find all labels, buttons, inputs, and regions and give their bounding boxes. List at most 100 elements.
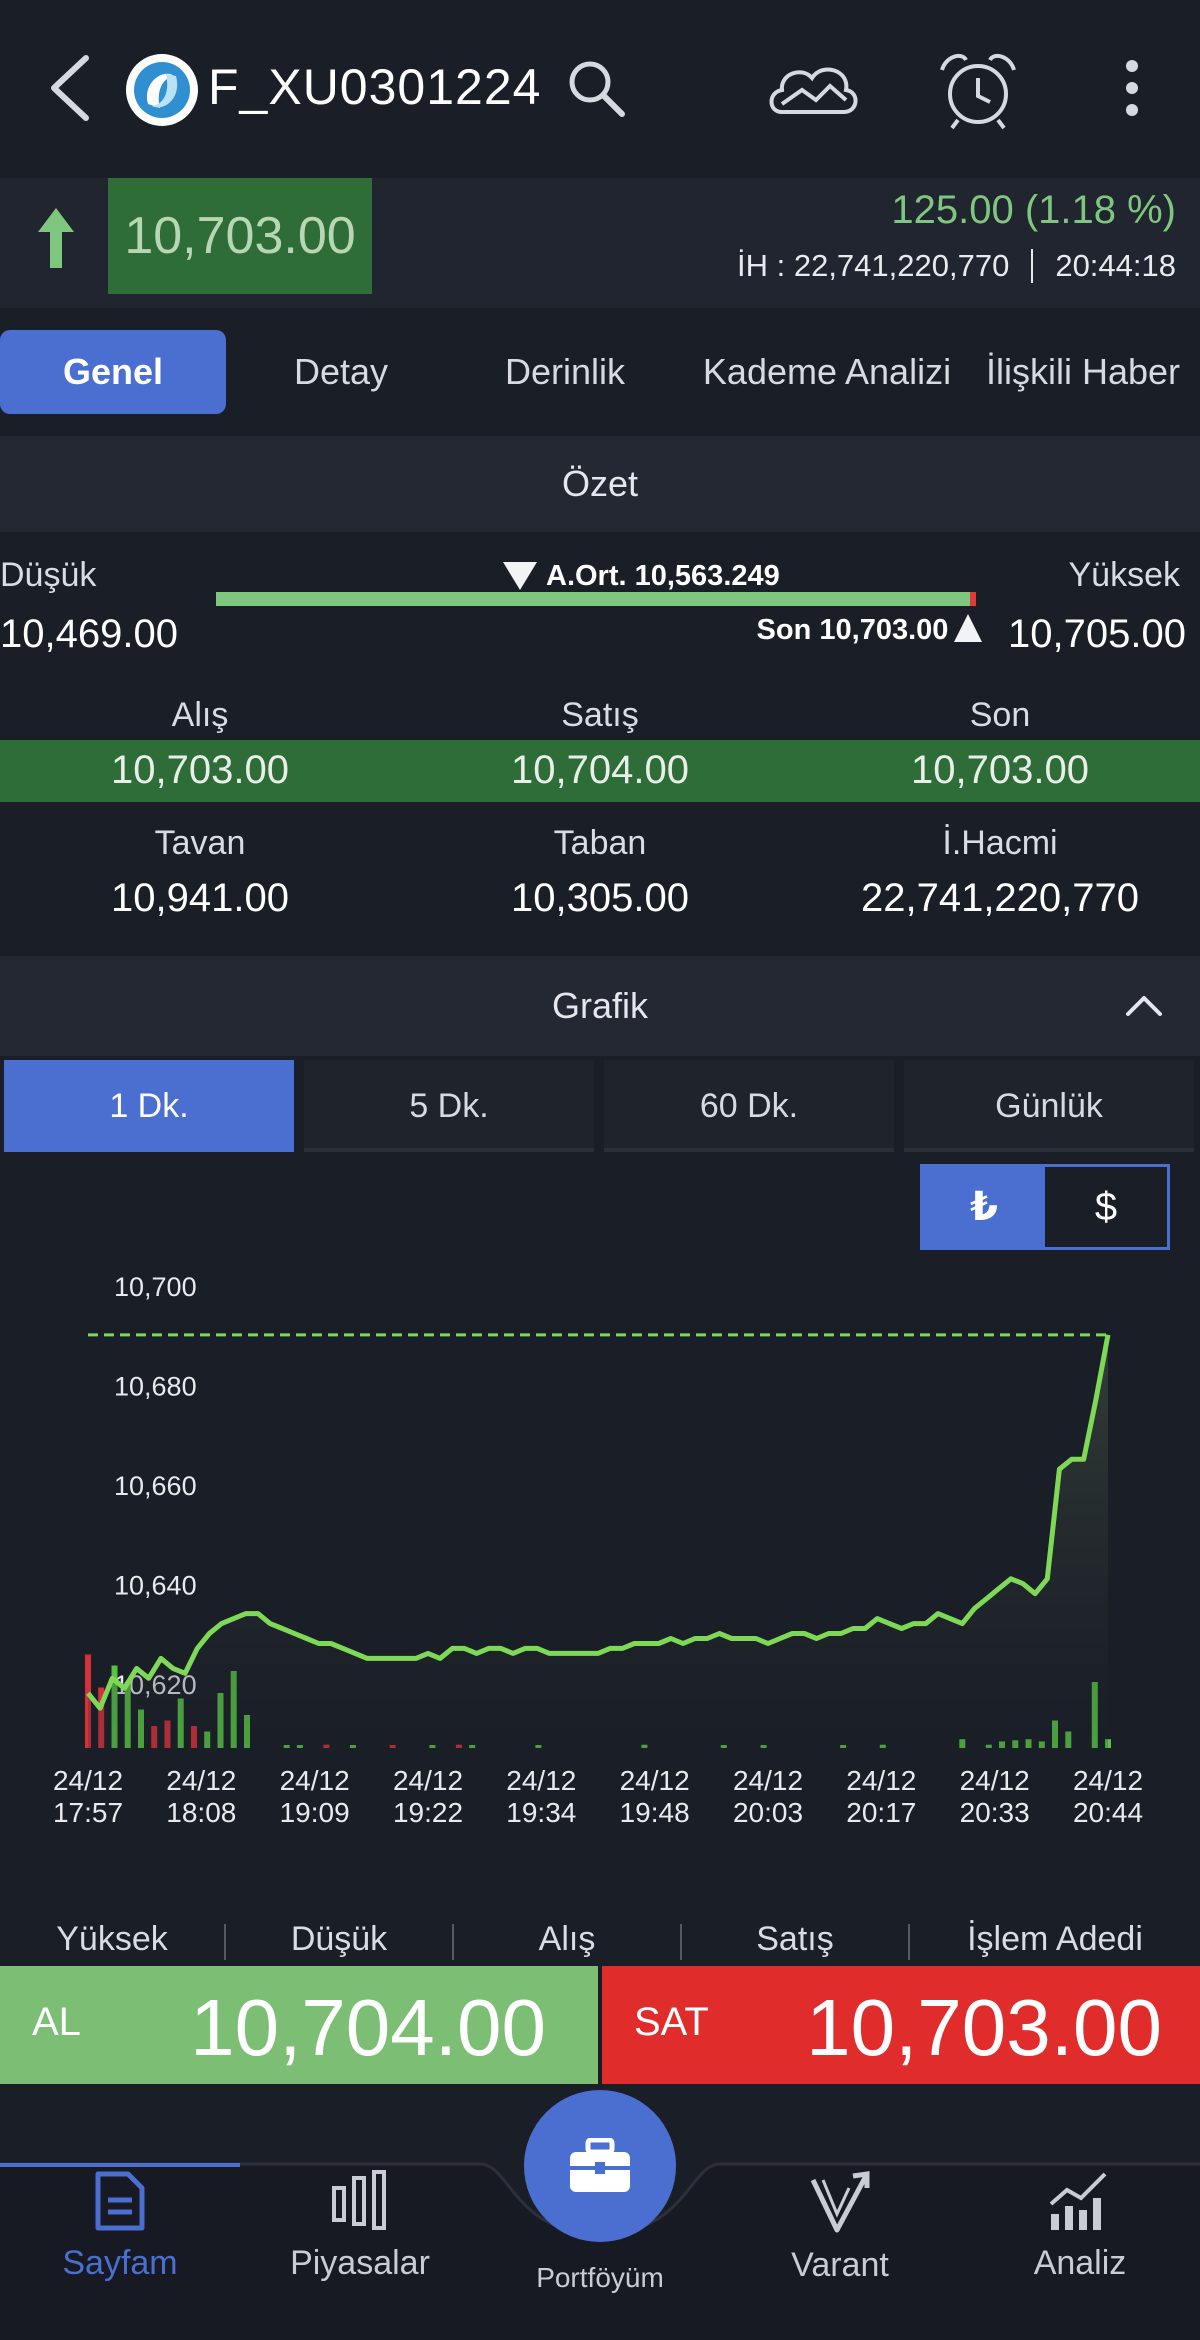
x-tick-label: 24/12 17:57 bbox=[52, 1765, 124, 1828]
x-tick-label: 24/12 18:08 bbox=[166, 1765, 237, 1828]
chevron-up-icon[interactable] bbox=[1124, 992, 1164, 1018]
nav-portfoyum[interactable]: Portföyüm bbox=[480, 2262, 720, 2294]
volume-time-line: İH : 22,741,220,770 20:44:18 bbox=[737, 248, 1176, 284]
timeframe-daily[interactable]: Günlük bbox=[904, 1060, 1194, 1152]
ask-value: 10,704.00 bbox=[511, 748, 689, 792]
back-chevron-icon[interactable] bbox=[44, 52, 96, 124]
tab-genel[interactable]: Genel bbox=[0, 330, 226, 414]
son-label: Son bbox=[969, 696, 1031, 734]
volume-label: İ.Hacmi bbox=[942, 824, 1058, 862]
stats-bid: Alış bbox=[538, 1920, 596, 1958]
currency-toggle: ₺ $ bbox=[920, 1164, 1170, 1250]
tab-kademe-analizi[interactable]: Kademe Analizi bbox=[682, 330, 972, 414]
tab-iliskili-haber[interactable]: İlişkili Haber bbox=[986, 330, 1200, 414]
x-tick-label: 24/12 19:48 bbox=[619, 1765, 690, 1828]
ceiling-label: Tavan bbox=[154, 824, 246, 862]
y-tick-label: 10,640 bbox=[114, 1571, 197, 1601]
currency-usd-button[interactable]: $ bbox=[1045, 1167, 1167, 1247]
document-icon bbox=[95, 2171, 145, 2231]
timeframe-60m[interactable]: 60 Dk. bbox=[604, 1060, 894, 1152]
nav-sayfam-label: Sayfam bbox=[62, 2244, 178, 2282]
logo-icon bbox=[126, 54, 198, 126]
ask-label: Satış bbox=[561, 696, 639, 734]
nav-analiz-label: Analiz bbox=[1033, 2244, 1127, 2282]
up-triangle-icon bbox=[954, 614, 983, 642]
warrant-icon bbox=[810, 2171, 870, 2233]
stats-header: Yüksek Düşük Alış Satış İşlem Adedi bbox=[0, 1914, 1200, 1970]
low-value: 10,469.00 bbox=[0, 612, 178, 656]
cloud-chart-icon[interactable] bbox=[766, 52, 860, 124]
more-vertical-icon[interactable] bbox=[1120, 58, 1144, 122]
nav-portfoyum-label: Portföyüm bbox=[536, 2262, 664, 2293]
x-tick-label: 24/12 20:03 bbox=[732, 1765, 804, 1828]
price-range-bar: A.Ort. 10,563.249 Son 10,703.00 bbox=[216, 560, 983, 646]
nav-piyasalar[interactable]: Piyasalar bbox=[240, 2170, 480, 2283]
x-tick-label: 24/12 19:22 bbox=[392, 1765, 464, 1828]
price-area bbox=[88, 1334, 1108, 1748]
volume-info: İH : 22,741,220,770 bbox=[737, 248, 1010, 283]
buy-button[interactable]: AL 10,704.00 bbox=[0, 1966, 598, 2084]
range-high-marker bbox=[970, 592, 976, 606]
x-tick-label: 24/12 20:33 bbox=[959, 1765, 1030, 1828]
high-label: Yüksek bbox=[1068, 556, 1181, 594]
range-fill bbox=[216, 592, 976, 606]
price-bar: 10,703.00 125.00 (1.18 %) İH : 22,741,22… bbox=[0, 178, 1200, 308]
analysis-chart-icon bbox=[1049, 2172, 1107, 2230]
nav-varant[interactable]: Varant bbox=[720, 2170, 960, 2285]
update-time: 20:44:18 bbox=[1055, 248, 1176, 283]
summary-header: Özet bbox=[0, 436, 1200, 532]
stats-ask: Satış bbox=[756, 1920, 834, 1958]
chart-header-title: Grafik bbox=[551, 985, 648, 1026]
alarm-clock-icon[interactable] bbox=[936, 50, 1020, 130]
son-value: 10,703.00 bbox=[911, 748, 1089, 792]
ceiling-value: 10,941.00 bbox=[111, 876, 289, 920]
sell-label: SAT bbox=[634, 2000, 709, 2044]
nav-piyasalar-label: Piyasalar bbox=[290, 2244, 430, 2282]
timeframe-1m[interactable]: 1 Dk. bbox=[4, 1060, 294, 1152]
nav-sayfam[interactable]: Sayfam bbox=[0, 2170, 240, 2283]
bid-label: Alış bbox=[171, 696, 229, 734]
floor-label: Taban bbox=[553, 824, 647, 862]
up-arrow-icon bbox=[38, 208, 74, 268]
briefcase-icon bbox=[570, 2138, 630, 2192]
tab-detay[interactable]: Detay bbox=[256, 330, 426, 414]
symbol-title: F_XU0301224 bbox=[208, 59, 542, 115]
chart-header[interactable]: Grafik bbox=[0, 956, 1200, 1056]
stats-low: Düşük bbox=[290, 1920, 388, 1958]
nav-analiz[interactable]: Analiz bbox=[960, 2170, 1200, 2283]
y-tick-label: 10,680 bbox=[114, 1372, 197, 1402]
average-label: A.Ort. 10,563.249 bbox=[546, 560, 780, 592]
market-bars-icon bbox=[332, 2170, 386, 2230]
x-tick-label: 24/12 20:17 bbox=[846, 1765, 917, 1828]
y-tick-label: 10,660 bbox=[114, 1471, 197, 1501]
search-icon[interactable] bbox=[564, 56, 628, 120]
buy-label: AL bbox=[32, 2000, 81, 2044]
bid-ask-strip: 10,703.00 10,704.00 10,703.00 bbox=[0, 740, 1200, 802]
bid-value: 10,703.00 bbox=[111, 748, 289, 792]
high-value: 10,705.00 bbox=[1008, 612, 1186, 656]
low-label: Düşük bbox=[0, 556, 97, 594]
timeframe-5m[interactable]: 5 Dk. bbox=[304, 1060, 594, 1152]
x-tick-label: 24/12 19:09 bbox=[279, 1765, 350, 1828]
portfolio-fab[interactable] bbox=[524, 2090, 676, 2242]
y-tick-label: 10,700 bbox=[114, 1272, 197, 1302]
price-change: 125.00 (1.18 %) bbox=[891, 188, 1176, 232]
stats-trades: İşlem Adedi bbox=[967, 1920, 1143, 1958]
down-triangle-icon bbox=[503, 562, 537, 590]
price-chart: 10,70010,68010,66010,64010,620 bbox=[85, 1272, 1111, 1748]
sell-button[interactable]: SAT 10,703.00 bbox=[602, 1966, 1200, 2084]
currency-try-button[interactable]: ₺ bbox=[923, 1167, 1045, 1247]
sell-price: 10,703.00 bbox=[806, 1983, 1162, 2072]
x-tick-label: 24/12 20:44 bbox=[1072, 1765, 1144, 1828]
nav-varant-label: Varant bbox=[791, 2246, 889, 2284]
tab-derinlik[interactable]: Derinlik bbox=[470, 330, 660, 414]
x-tick-label: 24/12 19:34 bbox=[506, 1765, 577, 1828]
buy-price: 10,704.00 bbox=[190, 1983, 546, 2072]
tab-bar: Genel Detay Derinlik Kademe Analizi İliş… bbox=[0, 308, 1200, 436]
stats-high: Yüksek bbox=[56, 1920, 168, 1958]
last-price: 10,703.00 bbox=[108, 178, 372, 294]
floor-value: 10,305.00 bbox=[511, 876, 689, 920]
volume-value: 22,741,220,770 bbox=[860, 876, 1140, 920]
last-label: Son 10,703.00 bbox=[756, 614, 949, 646]
top-bar: F_XU0301224 bbox=[0, 0, 1200, 178]
